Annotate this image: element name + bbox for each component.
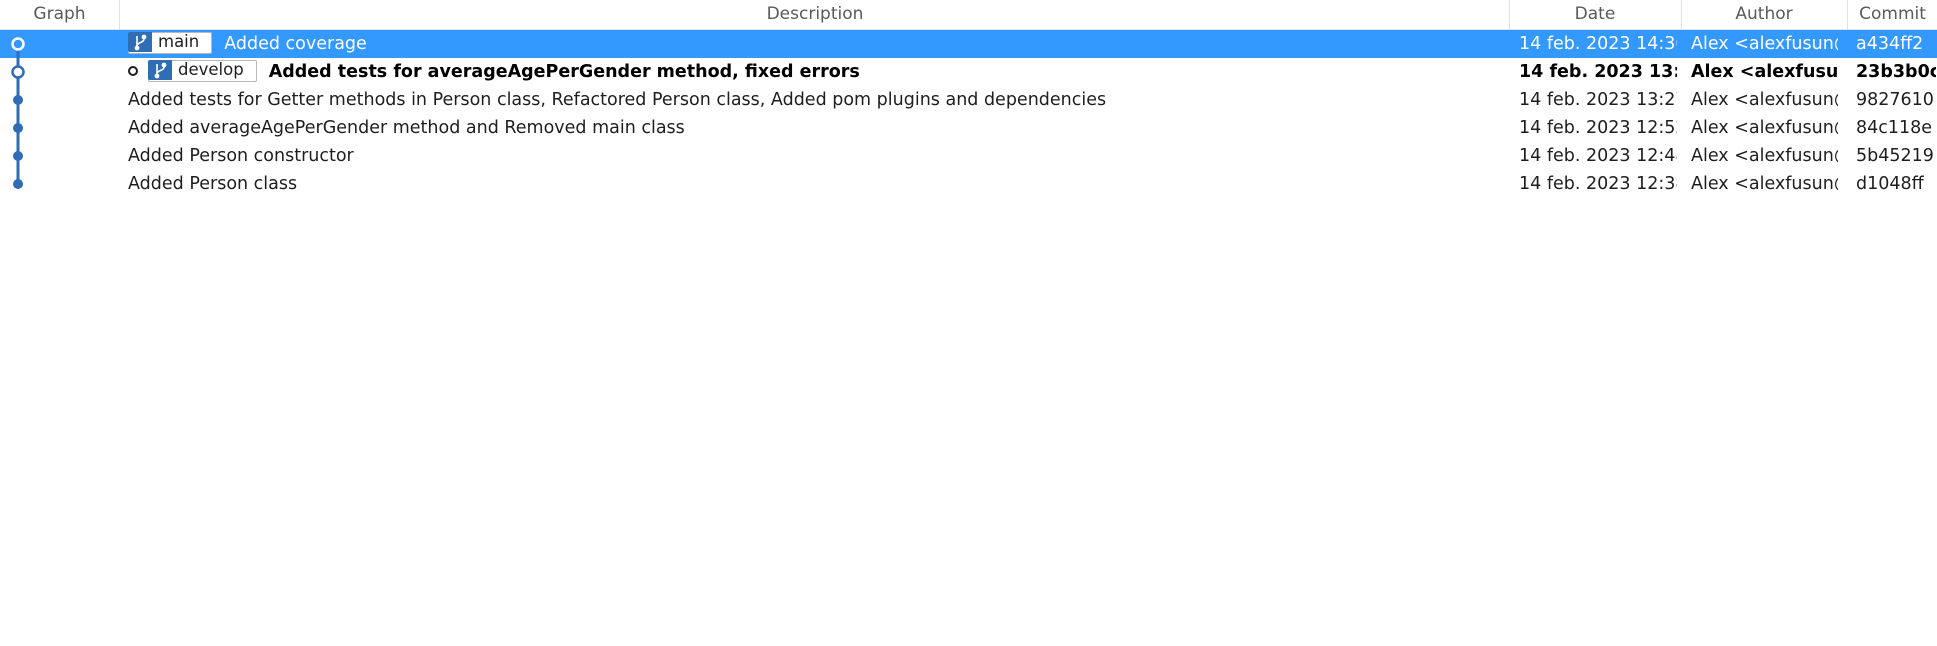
column-header-commit[interactable]: Commit bbox=[1848, 0, 1937, 29]
commit-graph bbox=[11, 37, 25, 189]
commit-row[interactable]: main Added coverage 14 feb. 2023 14:36 A… bbox=[0, 30, 1937, 58]
commit-description-cell: develop Added tests for averageAgePerGen… bbox=[128, 58, 1498, 86]
commit-author: Alex <alexfusun@g bbox=[1691, 146, 1838, 166]
commit-message: Added Person constructor bbox=[128, 146, 354, 166]
column-resize-handle[interactable] bbox=[119, 0, 120, 29]
graph-commit-node bbox=[13, 123, 23, 133]
commit-date: 14 feb. 2023 12:38 bbox=[1519, 174, 1677, 194]
commit-row[interactable]: Added Person class 14 feb. 2023 12:38 Al… bbox=[0, 170, 1937, 198]
commit-date: 14 feb. 2023 13:57 bbox=[1519, 62, 1677, 82]
commit-author: Alex <alexfusun@g bbox=[1691, 34, 1838, 54]
graph-commit-node-hollow bbox=[11, 37, 25, 51]
commit-hash: a434ff2 bbox=[1856, 34, 1924, 54]
commit-row[interactable]: Added tests for Getter methods in Person… bbox=[0, 86, 1937, 114]
commit-message: Added Person class bbox=[128, 174, 298, 194]
branch-icon bbox=[128, 31, 152, 52]
commit-hash: 9827610 bbox=[1856, 90, 1934, 110]
graph-commit-node bbox=[13, 151, 23, 161]
commit-hash: 23b3b0c bbox=[1856, 62, 1936, 82]
commit-description-cell: main Added coverage bbox=[128, 30, 1498, 58]
commit-row[interactable]: Added Person constructor 14 feb. 2023 12… bbox=[0, 142, 1937, 170]
column-header-description[interactable]: Description bbox=[121, 0, 1509, 29]
commit-author: Alex <alexfusun@g bbox=[1691, 118, 1838, 138]
column-header: Graph Description Date Author Commit bbox=[0, 0, 1937, 30]
commit-author: Alex <alexfusun@g bbox=[1691, 174, 1838, 194]
column-header-date[interactable]: Date bbox=[1510, 0, 1680, 29]
column-header-author[interactable]: Author bbox=[1682, 0, 1846, 29]
commit-date: 14 feb. 2023 12:48 bbox=[1519, 146, 1677, 166]
commit-date: 14 feb. 2023 13:27 bbox=[1519, 90, 1677, 110]
graph-commit-node bbox=[13, 179, 23, 189]
commit-author: Alex <alexfusun@ bbox=[1691, 62, 1838, 82]
branch-icon bbox=[148, 59, 172, 80]
commit-hash: 84c118e bbox=[1856, 118, 1933, 138]
commit-date: 14 feb. 2023 14:36 bbox=[1519, 34, 1677, 54]
commit-date: 14 feb. 2023 12:52 bbox=[1519, 118, 1677, 138]
head-marker-icon bbox=[128, 65, 138, 76]
branch-label-text: develop bbox=[178, 59, 244, 79]
graph-commit-node bbox=[13, 95, 23, 105]
commit-message: Added coverage bbox=[224, 34, 367, 54]
commit-message: Added averageAgePerGender method and Rem… bbox=[128, 118, 685, 138]
branch-label-text: main bbox=[158, 31, 200, 51]
commit-row[interactable]: Added averageAgePerGender method and Rem… bbox=[0, 114, 1937, 142]
branch-label-main[interactable]: main bbox=[128, 31, 213, 54]
commit-row[interactable]: develop Added tests for averageAgePerGen… bbox=[0, 58, 1937, 86]
commit-author: Alex <alexfusun@g bbox=[1691, 90, 1838, 110]
commit-message: Added tests for Getter methods in Person… bbox=[128, 90, 1107, 110]
graph-commit-node-hollow bbox=[11, 65, 25, 79]
commit-hash: 5b45219 bbox=[1856, 146, 1934, 166]
commit-message: Added tests for averageAgePerGender meth… bbox=[268, 62, 860, 82]
column-header-graph[interactable]: Graph bbox=[0, 0, 119, 29]
commit-list: main Added coverage 14 feb. 2023 14:36 A… bbox=[0, 30, 1937, 198]
branch-label-develop[interactable]: develop bbox=[148, 59, 257, 82]
commit-hash: d1048ff bbox=[1856, 174, 1924, 194]
